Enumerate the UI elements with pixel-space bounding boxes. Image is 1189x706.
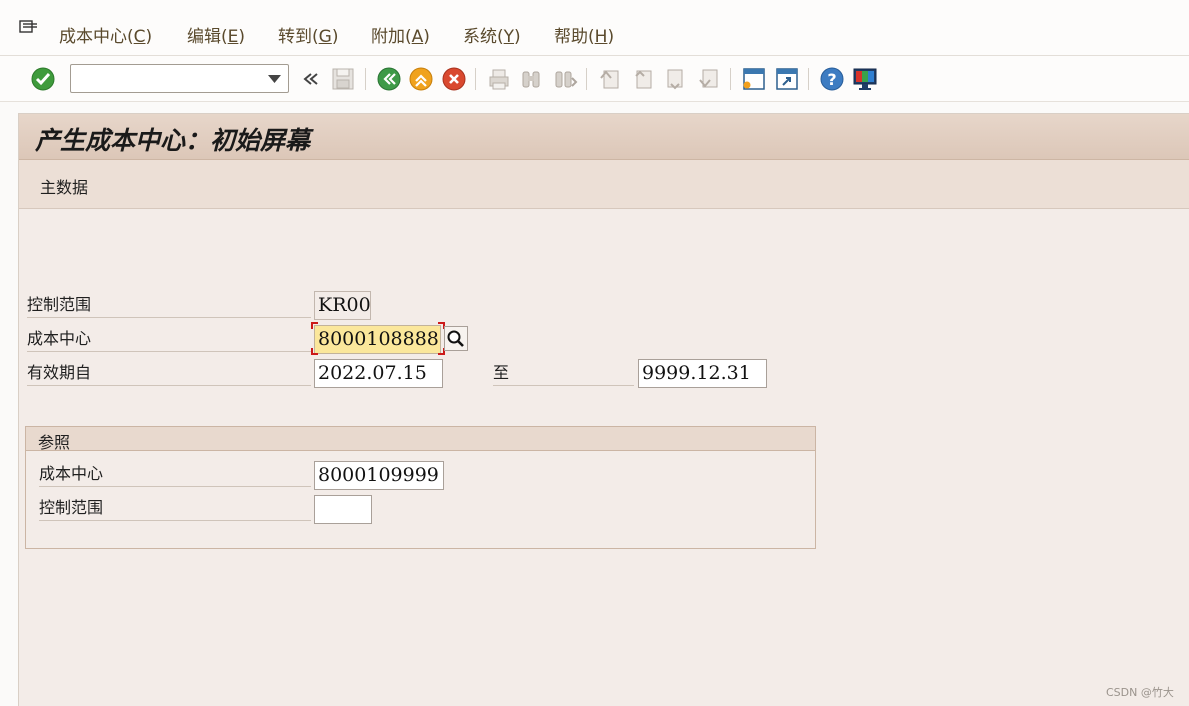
menu-item-goto[interactable]: 转到(G) — [278, 22, 338, 47]
menu-item-help-key: H — [594, 27, 608, 47]
controlling-area-label: 控制范围 — [27, 293, 311, 318]
reference-cost-center-label: 成本中心 — [39, 462, 311, 487]
reference-group-header: 参照 — [26, 427, 815, 452]
cancel-icon[interactable] — [441, 66, 467, 92]
menu-item-help-close: ) — [607, 27, 615, 47]
reference-group-title: 参照 — [38, 433, 71, 452]
reference-controlling-area-label: 控制范围 — [39, 496, 311, 521]
menu-item-edit-close: ) — [238, 27, 246, 47]
menu-item-extras[interactable]: 附加(A) — [371, 22, 430, 47]
valid-from-label: 有效期自 — [27, 361, 311, 386]
menu-item-goto-close: ) — [331, 27, 339, 47]
menu-item-cost-center-label: 成本中心( — [59, 27, 134, 47]
help-icon[interactable]: ? — [819, 66, 845, 92]
back-arrows-icon[interactable] — [298, 66, 320, 92]
search-icon — [447, 330, 464, 347]
exit-icon[interactable] — [408, 66, 434, 92]
menu-item-system-close: ) — [514, 27, 521, 47]
menu-item-extras-label: 附加( — [371, 27, 412, 47]
cost-center-field[interactable]: 8000108888 — [314, 325, 441, 354]
svg-text:?: ? — [827, 70, 836, 89]
focus-corner — [311, 348, 318, 355]
menu-item-edit-key: E — [227, 27, 239, 47]
valid-from-field[interactable]: 2022.07.15 — [314, 359, 443, 388]
valid-to-label: 至 — [493, 361, 634, 386]
menu-item-system-key: Y — [503, 27, 515, 47]
menu-item-help[interactable]: 帮助(H) — [554, 22, 614, 47]
toolbar-separator — [730, 68, 731, 90]
value-help-button[interactable] — [444, 326, 468, 351]
last-page-icon[interactable] — [696, 66, 722, 92]
customize-layout-icon[interactable] — [852, 66, 878, 92]
title-bar: 产生成本中心：初始屏幕 — [19, 114, 1189, 160]
toolbar-separator — [586, 68, 587, 90]
find-next-icon[interactable] — [552, 66, 578, 92]
menu-item-cost-center-close: ) — [145, 27, 153, 47]
next-page-icon[interactable] — [663, 66, 689, 92]
toolbar-separator — [808, 68, 809, 90]
menu-item-extras-key: A — [411, 27, 424, 47]
first-page-icon[interactable] — [597, 66, 623, 92]
controlling-area-field: KR00 — [314, 291, 371, 320]
menu-item-help-label: 帮助( — [554, 27, 595, 47]
main-area: 产生成本中心：初始屏幕 主数据 控制范围 KR00 成本中心 800010888… — [18, 113, 1189, 706]
menu-bar: 成本中心(C) 编辑(E) 转到(G) 附加(A) 系统(Y) 帮助(H) — [0, 0, 1189, 56]
focus-corner — [311, 322, 318, 329]
print-icon[interactable] — [486, 66, 512, 92]
toolbar-separator — [365, 68, 366, 90]
menu-item-system-label: 系统( — [463, 27, 504, 47]
find-icon[interactable] — [518, 66, 544, 92]
application-toolbar: 主数据 — [19, 160, 1189, 209]
back-icon[interactable] — [376, 66, 402, 92]
shortcut-icon[interactable] — [774, 66, 800, 92]
page-title: 产生成本中心：初始屏幕 — [35, 126, 311, 155]
save-icon[interactable] — [330, 66, 356, 92]
cost-center-label: 成本中心 — [27, 327, 311, 352]
menu-item-goto-label: 转到( — [278, 27, 319, 47]
menu-item-system[interactable]: 系统(Y) — [463, 22, 521, 47]
menu-item-cost-center[interactable]: 成本中心(C) — [59, 22, 152, 47]
menu-item-goto-key: G — [318, 27, 332, 47]
menu-item-cost-center-key: C — [133, 27, 146, 47]
command-field[interactable] — [70, 64, 289, 93]
reference-group: 参照 成本中心 8000109999 控制范围 — [25, 426, 816, 549]
toolbar-separator — [475, 68, 476, 90]
menu-window-icon[interactable] — [19, 18, 39, 35]
menu-item-edit-label: 编辑( — [187, 27, 228, 47]
command-input[interactable] — [75, 68, 265, 90]
previous-page-icon[interactable] — [630, 66, 656, 92]
check-icon[interactable] — [30, 66, 56, 92]
new-session-icon[interactable] — [741, 66, 767, 92]
reference-cost-center-field[interactable]: 8000109999 — [314, 461, 444, 490]
master-data-button[interactable]: 主数据 — [40, 174, 88, 198]
dropdown-arrow-icon[interactable] — [268, 75, 281, 83]
standard-toolbar: ? — [0, 56, 1189, 102]
valid-to-field[interactable]: 9999.12.31 — [638, 359, 767, 388]
menu-item-extras-close: ) — [423, 27, 430, 47]
menu-item-edit[interactable]: 编辑(E) — [187, 22, 245, 47]
watermark: CSDN @竹大 — [1106, 686, 1174, 699]
reference-controlling-area-field[interactable] — [314, 495, 372, 524]
